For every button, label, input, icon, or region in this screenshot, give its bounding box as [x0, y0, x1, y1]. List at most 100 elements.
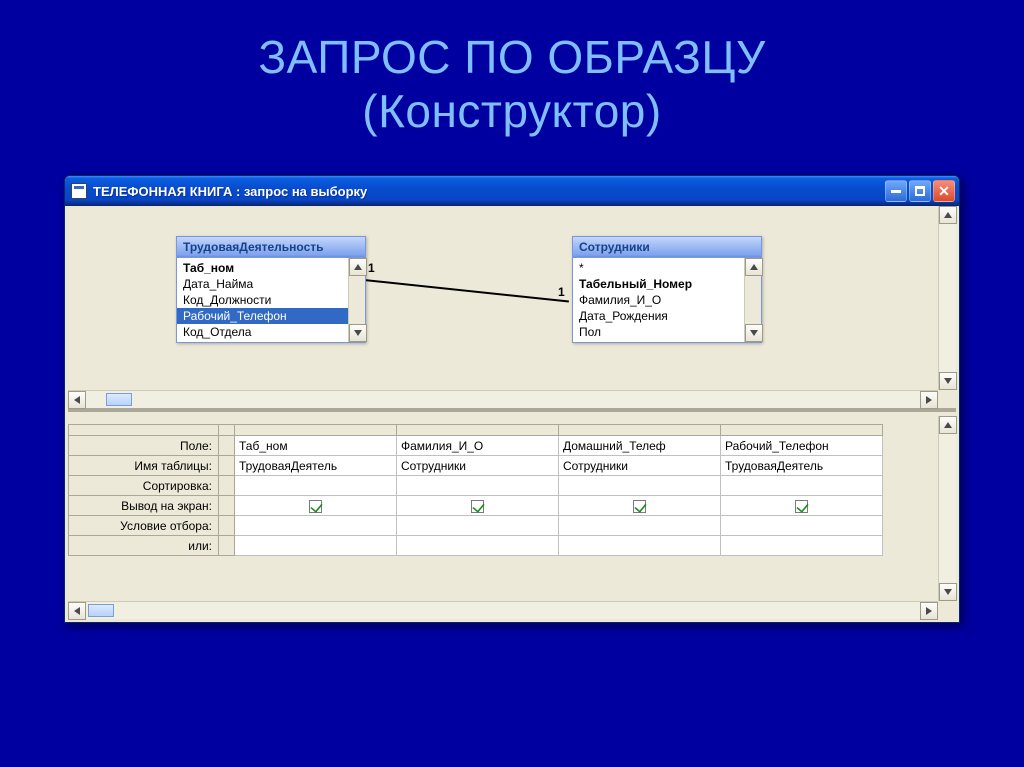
show-checkbox[interactable] [795, 500, 808, 513]
grid-row-label: Сортировка: [69, 476, 219, 496]
show-checkbox[interactable] [471, 500, 484, 513]
grid-cell[interactable] [397, 536, 559, 556]
titlebar[interactable]: ТЕЛЕФОННАЯ КНИГА : запрос на выборку ✕ [65, 176, 959, 206]
field-item[interactable]: * [573, 260, 744, 276]
grid-cell[interactable]: Фамилия_И_О [397, 436, 559, 456]
field-list-right[interactable]: *Табельный_НомерФамилия_И_ОДата_Рождения… [573, 258, 744, 342]
query-grid[interactable]: Поле: Таб_номФамилия_И_ОДомашний_ТелефРаб… [68, 424, 938, 556]
scroll-corner [938, 601, 956, 619]
row-selector[interactable] [219, 436, 235, 456]
scroll-down-icon[interactable] [939, 372, 957, 390]
scroll-right-icon[interactable] [920, 602, 938, 620]
window-title: ТЕЛЕФОННАЯ КНИГА : запрос на выборку [93, 184, 885, 199]
design-horizontal-scrollbar[interactable] [68, 390, 938, 408]
row-selector[interactable] [219, 476, 235, 496]
column-header[interactable] [235, 425, 397, 436]
query-designer-window: ТЕЛЕФОННАЯ КНИГА : запрос на выборку ✕ 1… [64, 175, 960, 623]
field-item[interactable]: Код_Должности [177, 292, 348, 308]
column-header[interactable] [397, 425, 559, 436]
row-selector[interactable] [219, 536, 235, 556]
scroll-thumb[interactable] [106, 393, 132, 406]
table-box-left[interactable]: ТрудоваяДеятельность Таб_номДата_НаймаКо… [176, 236, 366, 343]
grid-cell[interactable] [397, 516, 559, 536]
grid-cell[interactable] [721, 516, 883, 536]
grid-cell[interactable]: Рабочий_Телефон [721, 436, 883, 456]
qbe-grid-pane: Поле: Таб_номФамилия_И_ОДомашний_ТелефРаб… [68, 416, 956, 619]
maximize-button[interactable] [909, 180, 931, 202]
field-scrollbar-right[interactable] [744, 258, 761, 342]
grid-row-label: Поле: [69, 436, 219, 456]
grid-vertical-scrollbar[interactable] [938, 416, 956, 601]
field-item[interactable]: Пол [573, 324, 744, 340]
grid-row-label: Имя таблицы: [69, 456, 219, 476]
row-selector[interactable] [219, 496, 235, 516]
field-item[interactable]: Дата_Рождения [573, 308, 744, 324]
scroll-right-icon[interactable] [920, 391, 938, 409]
grid-cell[interactable] [559, 536, 721, 556]
grid-cell[interactable]: ТрудоваяДеятель [721, 456, 883, 476]
field-list-left[interactable]: Таб_номДата_НаймаКод_ДолжностиРабочий_Те… [177, 258, 348, 342]
scroll-down-icon[interactable] [939, 583, 957, 601]
grid-cell[interactable] [235, 536, 397, 556]
field-item[interactable]: Рабочий_Телефон [177, 308, 348, 324]
slide-title: ЗАПРОС ПО ОБРАЗЦУ (Конструктор) [0, 0, 1024, 138]
show-checkbox[interactable] [633, 500, 646, 513]
grid-cell[interactable] [235, 496, 397, 516]
grid-cell[interactable] [559, 516, 721, 536]
query-window-icon [71, 183, 87, 199]
grid-cell[interactable] [235, 516, 397, 536]
scroll-up-icon[interactable] [349, 258, 367, 276]
column-header[interactable] [559, 425, 721, 436]
grid-cell[interactable]: ТрудоваяДеятель [235, 456, 397, 476]
grid-row-label: Вывод на экран: [69, 496, 219, 516]
relationship-left-cardinality: 1 [368, 261, 375, 275]
grid-cell[interactable]: Таб_ном [235, 436, 397, 456]
relationship-line[interactable] [364, 279, 569, 303]
grid-cell[interactable] [235, 476, 397, 496]
scroll-left-icon[interactable] [68, 391, 86, 409]
field-item[interactable]: Табельный_Номер [573, 276, 744, 292]
grid-cell[interactable] [721, 496, 883, 516]
table-box-right[interactable]: Сотрудники *Табельный_НомерФамилия_И_ОДа… [572, 236, 762, 343]
field-scrollbar-left[interactable] [348, 258, 365, 342]
table-title-right[interactable]: Сотрудники [573, 237, 761, 258]
close-button[interactable]: ✕ [933, 180, 955, 202]
slide-title-line1: ЗАПРОС ПО ОБРАЗЦУ [0, 30, 1024, 84]
scroll-up-icon[interactable] [939, 206, 957, 224]
show-checkbox[interactable] [309, 500, 322, 513]
grid-cell[interactable] [559, 476, 721, 496]
scroll-down-icon[interactable] [745, 324, 763, 342]
grid-row-label: Условие отбора: [69, 516, 219, 536]
grid-cell[interactable]: Домашний_Телеф [559, 436, 721, 456]
scroll-up-icon[interactable] [939, 416, 957, 434]
scroll-down-icon[interactable] [349, 324, 367, 342]
field-item[interactable]: Код_Отдела [177, 324, 348, 340]
field-item[interactable]: Таб_ном [177, 260, 348, 276]
scroll-up-icon[interactable] [745, 258, 763, 276]
table-title-left[interactable]: ТрудоваяДеятельность [177, 237, 365, 258]
grid-cell[interactable]: Сотрудники [397, 456, 559, 476]
grid-row-label: или: [69, 536, 219, 556]
design-vertical-scrollbar[interactable] [938, 206, 956, 390]
grid-cell[interactable] [397, 496, 559, 516]
slide-title-line2: (Конструктор) [0, 84, 1024, 138]
grid-cell[interactable] [397, 476, 559, 496]
tables-pane: 1 1 ТрудоваяДеятельность Таб_номДата_Най… [68, 206, 956, 412]
relationship-right-cardinality: 1 [558, 285, 565, 299]
grid-cell[interactable] [721, 476, 883, 496]
field-item[interactable]: Дата_Найма [177, 276, 348, 292]
tables-canvas[interactable]: 1 1 ТрудоваяДеятельность Таб_номДата_Най… [68, 206, 938, 390]
row-selector[interactable] [219, 456, 235, 476]
grid-cell[interactable]: Сотрудники [559, 456, 721, 476]
row-selector[interactable] [219, 516, 235, 536]
field-item[interactable]: Фамилия_И_О [573, 292, 744, 308]
window-controls: ✕ [885, 180, 955, 202]
column-header[interactable] [721, 425, 883, 436]
scroll-left-icon[interactable] [68, 602, 86, 620]
grid-cell[interactable] [559, 496, 721, 516]
grid-horizontal-scrollbar[interactable] [68, 601, 938, 619]
scroll-thumb[interactable] [88, 604, 114, 617]
minimize-button[interactable] [885, 180, 907, 202]
grid-cell[interactable] [721, 536, 883, 556]
scroll-corner [938, 390, 956, 408]
